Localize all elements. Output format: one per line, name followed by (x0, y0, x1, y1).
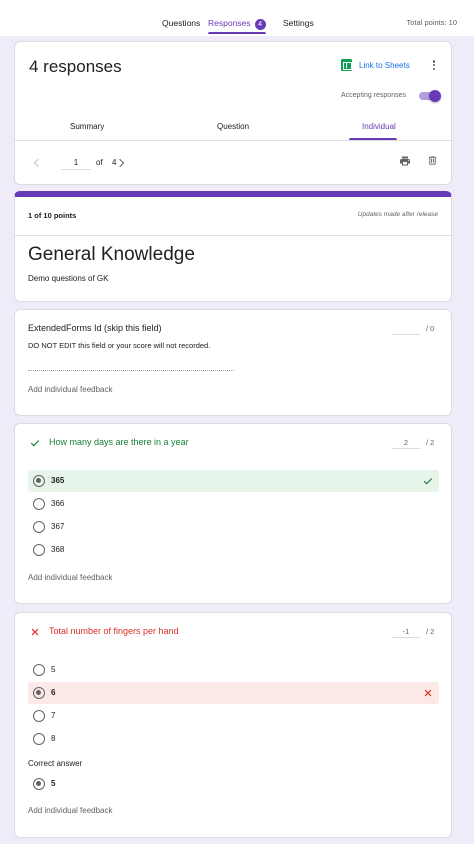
page-number-input[interactable]: 1 (61, 156, 91, 170)
answer-option: 5 (28, 659, 439, 681)
form-title: General Knowledge (28, 244, 195, 265)
option-label: 8 (51, 734, 56, 743)
points-max: / 2 (426, 627, 435, 636)
question-title: Total number of fingers per hand (49, 626, 179, 636)
points-max: / 2 (426, 438, 435, 447)
close-icon (31, 628, 39, 636)
check-icon (423, 478, 433, 485)
question-card: How many days are there in a year 2 / 2 … (14, 423, 452, 604)
radio-selected (33, 475, 45, 487)
correct-answer-label: Correct answer (28, 759, 83, 768)
subtab-individual[interactable]: Individual (362, 122, 396, 131)
responses-title: 4 responses (29, 57, 122, 76)
tab-responses-label: Responses (208, 18, 251, 28)
link-to-sheets-label: Link to Sheets (359, 60, 410, 70)
add-feedback-link[interactable]: Add individual feedback (28, 806, 113, 815)
answer-option: 366 (28, 493, 439, 515)
subtab-summary[interactable]: Summary (70, 122, 104, 131)
responses-count-badge: 4 (254, 19, 266, 30)
points-input[interactable]: -1 (392, 625, 420, 638)
answer-option: 7 (28, 705, 439, 727)
add-feedback-link[interactable]: Add individual feedback (28, 385, 113, 394)
chevron-left-icon[interactable] (33, 158, 43, 168)
option-label: 368 (51, 545, 65, 554)
answer-option: 365 (28, 470, 439, 492)
accepting-responses-label: Accepting responses (341, 92, 406, 99)
points-max: / 0 (426, 324, 435, 333)
option-label: 366 (51, 499, 65, 508)
add-feedback-link[interactable]: Add individual feedback (28, 573, 113, 582)
answer-line (28, 370, 234, 371)
divider (15, 235, 451, 236)
option-label: 367 (51, 522, 65, 531)
page-of-label: of (96, 158, 103, 167)
option-label: 5 (51, 779, 56, 788)
question-note: DO NOT EDIT this field or your score wil… (28, 341, 211, 350)
radio-unselected (33, 664, 45, 676)
subtab-question[interactable]: Question (217, 122, 249, 131)
answer-option: 368 (28, 539, 439, 561)
divider (15, 140, 451, 141)
top-tab-bar: Questions Responses 4 Settings Total poin… (0, 0, 474, 36)
radio-unselected (33, 733, 45, 745)
option-label: 365 (51, 476, 65, 485)
print-icon[interactable] (399, 155, 411, 167)
sheets-icon (341, 59, 352, 71)
radio-unselected (33, 498, 45, 510)
question-card: Total number of fingers per hand -1 / 2 … (14, 612, 452, 838)
option-label: 5 (51, 665, 56, 674)
option-label: 7 (51, 711, 56, 720)
correct-answer-option: 5 (28, 773, 439, 795)
responses-card: 4 responses Link to Sheets Accepting res… (14, 41, 452, 185)
radio-unselected (33, 521, 45, 533)
delete-icon[interactable] (427, 154, 438, 167)
updates-note: Updates made after release (357, 211, 438, 218)
answer-option: 367 (28, 516, 439, 538)
answer-option: 6 (28, 682, 439, 704)
form-description: Demo questions of GK (28, 274, 109, 283)
more-vert-icon[interactable] (429, 58, 439, 72)
close-icon (424, 689, 432, 697)
radio-selected (33, 687, 45, 699)
question-title: How many days are there in a year (49, 437, 189, 447)
total-points: Total points: 10 (406, 18, 457, 27)
form-header-card: 1 of 10 points Updates made after releas… (14, 191, 452, 302)
link-to-sheets-button[interactable]: Link to Sheets (341, 58, 410, 72)
question-card: ExtendedForms Id (skip this field) / 0 D… (14, 309, 452, 416)
radio-unselected (33, 710, 45, 722)
tab-responses[interactable]: Responses 4 (208, 0, 266, 36)
check-icon (30, 440, 40, 447)
question-title: ExtendedForms Id (skip this field) (28, 323, 162, 333)
tab-settings[interactable]: Settings (283, 0, 314, 36)
option-label: 6 (51, 688, 56, 697)
tab-questions[interactable]: Questions (162, 0, 200, 36)
accepting-responses-toggle[interactable] (417, 90, 441, 102)
answer-option: 8 (28, 728, 439, 750)
score-label: 1 of 10 points (28, 211, 77, 220)
chevron-right-icon[interactable] (115, 158, 125, 168)
radio-selected (33, 778, 45, 790)
points-input[interactable] (392, 322, 420, 335)
points-input[interactable]: 2 (392, 436, 420, 449)
radio-unselected (33, 544, 45, 556)
